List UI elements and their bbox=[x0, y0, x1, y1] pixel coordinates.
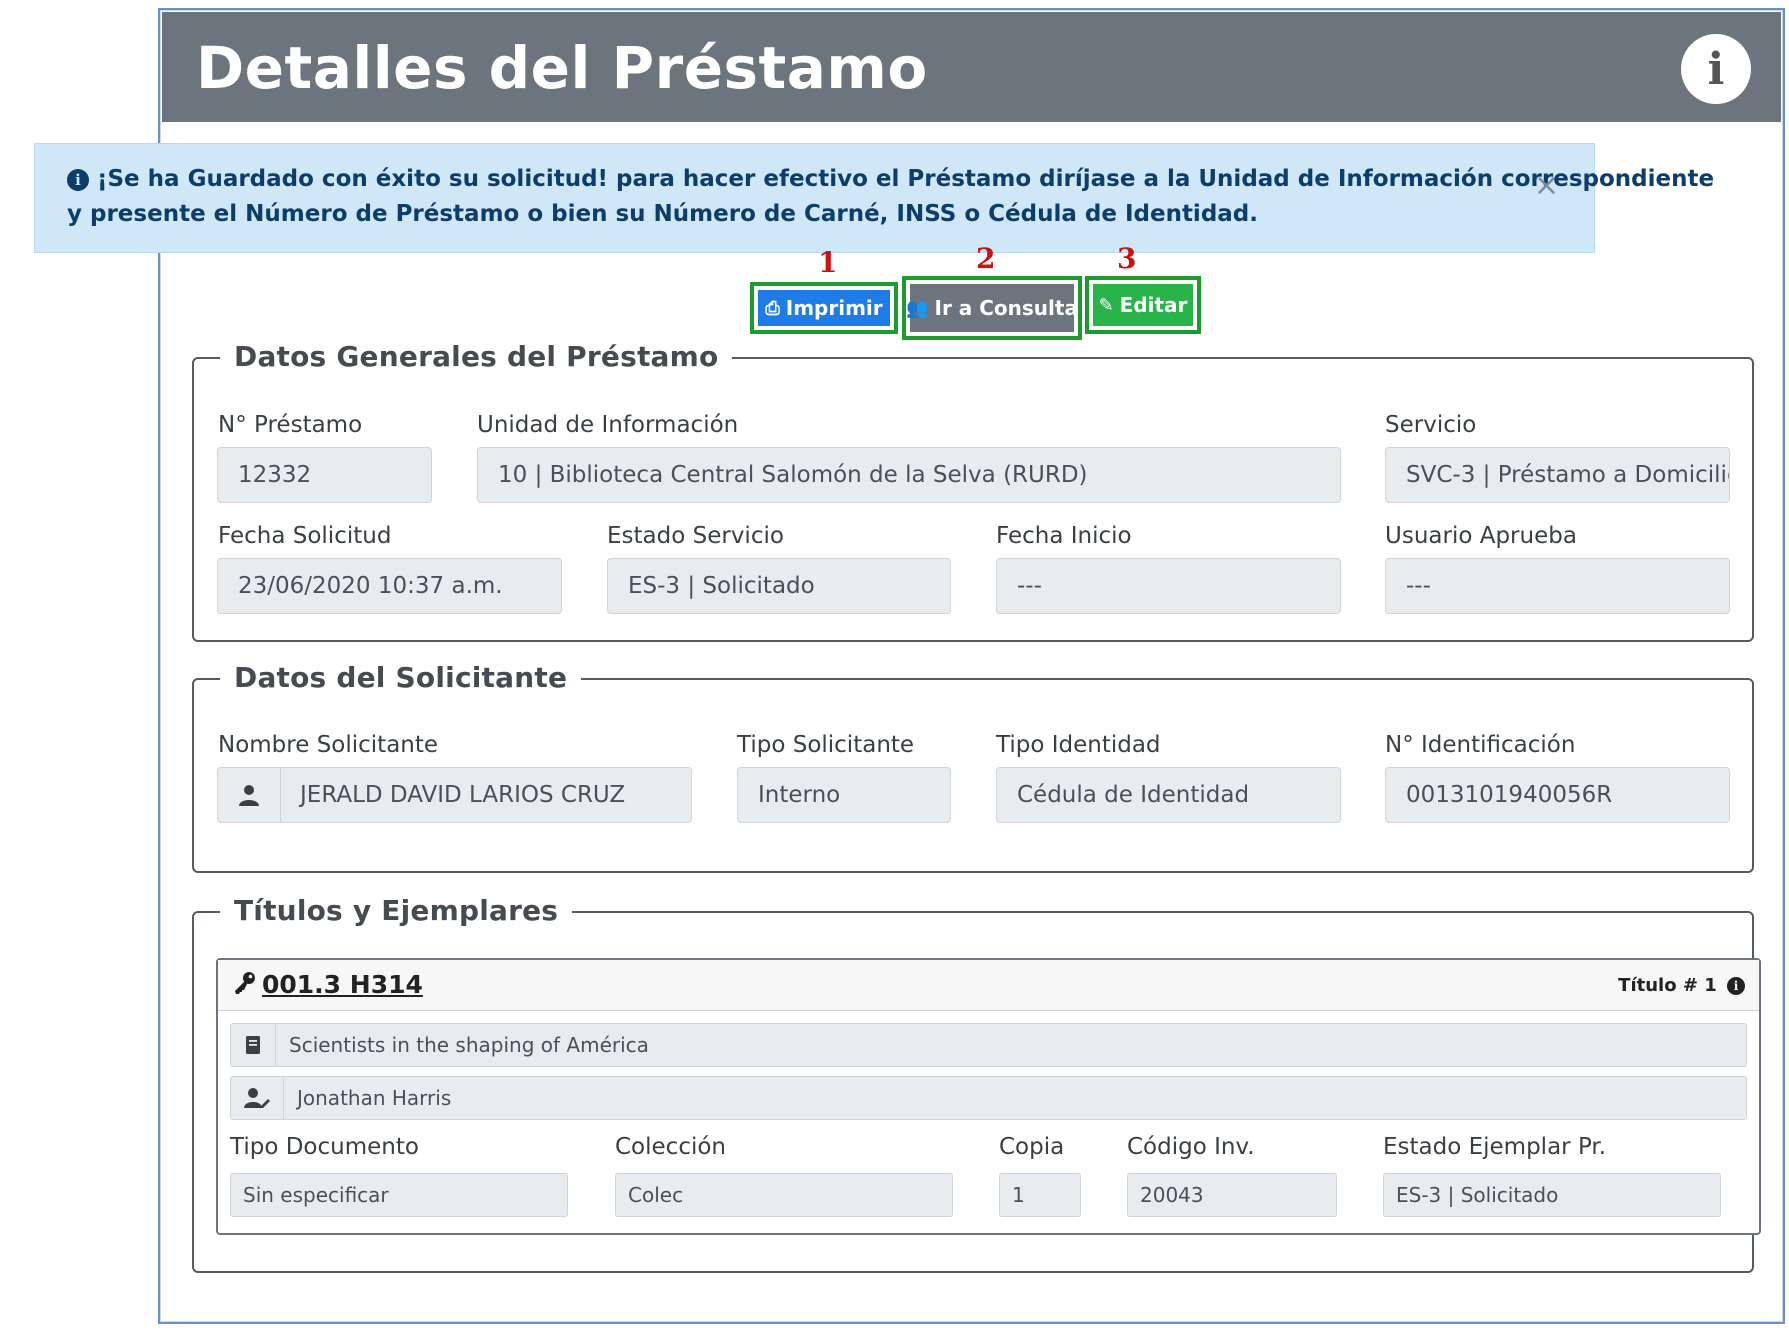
fecha-solicitud-label: Fecha Solicitud bbox=[218, 523, 392, 549]
consulta-highlight: 👥 Ir a Consulta bbox=[902, 276, 1082, 340]
estado-servicio-field[interactable]: ES-3 | Solicitado bbox=[607, 558, 951, 614]
imprimir-button[interactable]: ⎙ Imprimir bbox=[758, 290, 890, 326]
imprimir-highlight: ⎙ Imprimir bbox=[750, 282, 898, 334]
unidad-label: Unidad de Información bbox=[477, 412, 739, 438]
copia-field[interactable]: 1 bbox=[999, 1173, 1081, 1217]
prestamo-field[interactable]: 12332 bbox=[217, 447, 432, 503]
titulo-card-header: 001.3 H314 Título # 1 i bbox=[218, 960, 1759, 1011]
tipo-documento-field[interactable]: Sin especificar bbox=[230, 1173, 568, 1217]
general-legend: Datos Generales del Préstamo bbox=[220, 340, 733, 373]
nombre-solicitante-label: Nombre Solicitante bbox=[218, 732, 439, 758]
key-icon bbox=[232, 970, 258, 1002]
tipo-solicitante-field[interactable]: Interno bbox=[737, 767, 951, 823]
user-edit-icon bbox=[231, 1077, 284, 1119]
titulo-card: 001.3 H314 Título # 1 i Scientists in th… bbox=[216, 958, 1761, 1235]
editar-button[interactable]: ✎ Editar bbox=[1093, 284, 1193, 326]
titulo-number: Título # 1 i bbox=[1618, 975, 1745, 996]
close-icon[interactable]: × bbox=[1534, 168, 1559, 203]
servicio-field[interactable]: SVC-3 | Préstamo a Domicilio bbox=[1385, 447, 1730, 503]
num-identificacion-field[interactable]: 0013101940056R bbox=[1385, 767, 1730, 823]
card-header: Detalles del Préstamo i bbox=[162, 12, 1781, 122]
estado-ejemplar-label: Estado Ejemplar Pr. bbox=[1383, 1134, 1607, 1160]
usuario-aprueba-label: Usuario Aprueba bbox=[1385, 523, 1577, 549]
book-icon bbox=[231, 1024, 276, 1066]
marker-3: 3 bbox=[1117, 242, 1137, 275]
edit-icon: ✎ bbox=[1098, 294, 1114, 316]
tipo-documento-label: Tipo Documento bbox=[230, 1134, 419, 1160]
page-title: Detalles del Préstamo bbox=[196, 34, 928, 102]
info-icon[interactable]: i bbox=[1681, 34, 1751, 104]
marker-2: 2 bbox=[976, 242, 996, 275]
call-number-link[interactable]: 001.3 H314 bbox=[262, 970, 423, 999]
servicio-label: Servicio bbox=[1385, 412, 1477, 438]
codigo-inv-field[interactable]: 20043 bbox=[1127, 1173, 1337, 1217]
ir-a-consulta-button[interactable]: 👥 Ir a Consulta bbox=[906, 284, 1078, 332]
book-title-field[interactable]: Scientists in the shaping of América bbox=[230, 1023, 1747, 1067]
alert-text-line1: ¡Se ha Guardado con éxito su solicitud! … bbox=[97, 166, 1715, 192]
coleccion-label: Colección bbox=[615, 1134, 727, 1160]
success-alert: i ¡Se ha Guardado con éxito su solicitud!… bbox=[34, 143, 1714, 253]
titulos-legend: Títulos y Ejemplares bbox=[220, 894, 573, 927]
tipo-identidad-field[interactable]: Cédula de Identidad bbox=[996, 767, 1341, 823]
author-field[interactable]: Jonathan Harris bbox=[230, 1076, 1747, 1120]
usuario-aprueba-field[interactable]: --- bbox=[1385, 558, 1730, 614]
codigo-inv-label: Código Inv. bbox=[1127, 1134, 1255, 1160]
info-circle-icon[interactable]: i bbox=[1727, 977, 1745, 995]
marker-1: 1 bbox=[818, 246, 838, 279]
estado-ejemplar-field[interactable]: ES-3 | Solicitado bbox=[1383, 1173, 1721, 1217]
solicitante-legend: Datos del Solicitante bbox=[220, 661, 582, 694]
unidad-field[interactable]: 10 | Biblioteca Central Salomón de la Se… bbox=[477, 447, 1341, 503]
tipo-identidad-label: Tipo Identidad bbox=[996, 732, 1161, 758]
info-circle-icon: i bbox=[67, 169, 89, 191]
nombre-solicitante-field[interactable]: JERALD DAVID LARIOS CRUZ bbox=[217, 767, 692, 823]
fecha-inicio-field[interactable]: --- bbox=[996, 558, 1341, 614]
users-icon: 👥 bbox=[906, 297, 929, 319]
user-icon bbox=[218, 768, 281, 822]
copia-label: Copia bbox=[999, 1134, 1065, 1160]
num-identificacion-label: N° Identificación bbox=[1385, 732, 1576, 758]
coleccion-field[interactable]: Colec bbox=[615, 1173, 953, 1217]
print-icon: ⎙ bbox=[765, 297, 780, 319]
alert-text-line2: y presente el Número de Préstamo o bien … bbox=[67, 201, 1259, 227]
tipo-solicitante-label: Tipo Solicitante bbox=[737, 732, 915, 758]
prestamo-label: N° Préstamo bbox=[218, 412, 363, 438]
fecha-solicitud-field[interactable]: 23/06/2020 10:37 a.m. bbox=[217, 558, 562, 614]
fecha-inicio-label: Fecha Inicio bbox=[996, 523, 1132, 549]
editar-highlight: ✎ Editar bbox=[1085, 276, 1201, 334]
estado-servicio-label: Estado Servicio bbox=[607, 523, 784, 549]
